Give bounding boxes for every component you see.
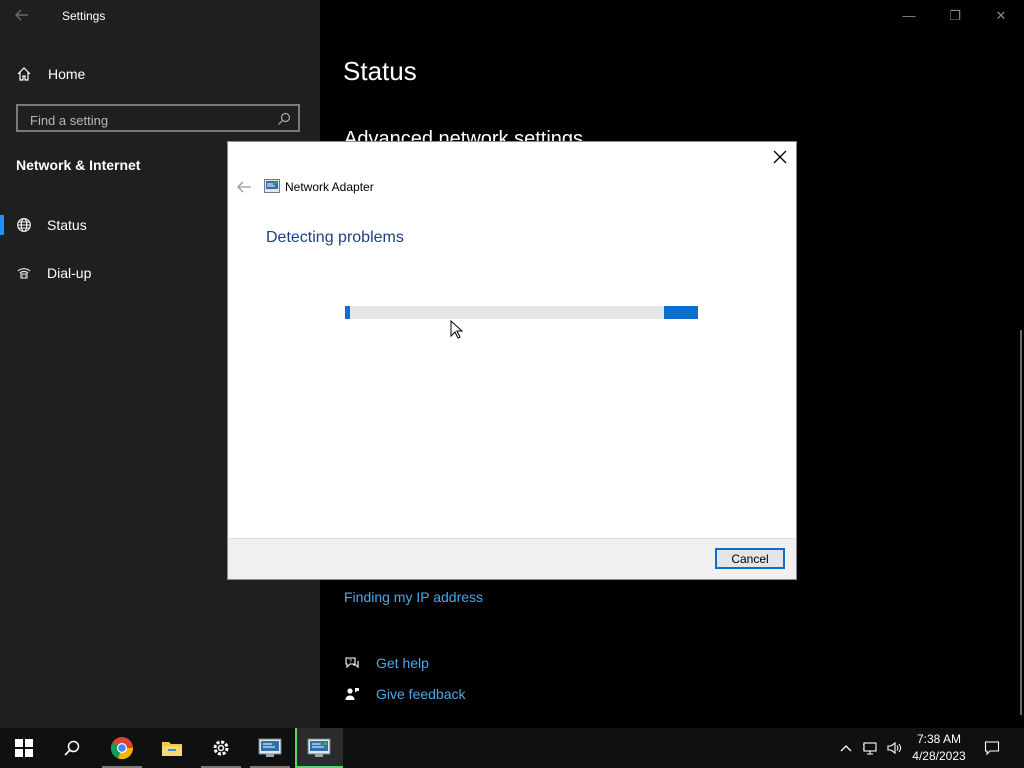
dialog-heading: Detecting problems	[266, 229, 404, 246]
chevron-up-icon[interactable]	[838, 740, 854, 756]
dialup-icon	[17, 268, 31, 279]
minimize-button[interactable]: —	[897, 6, 921, 26]
file-explorer-icon	[162, 742, 182, 756]
selected-indicator	[0, 215, 4, 235]
network-adapter-icon	[264, 179, 280, 193]
get-help-link[interactable]: ? Get help	[344, 655, 429, 671]
progress-segment	[664, 306, 698, 319]
give-feedback-label: Give feedback	[376, 686, 466, 702]
section-title: Network & Internet	[16, 157, 141, 173]
mouse-cursor-icon	[450, 320, 464, 339]
scrollbar[interactable]	[1020, 330, 1022, 715]
taskbar-network-diagnostics[interactable]	[246, 728, 294, 768]
settings-icon	[213, 740, 229, 756]
start-button[interactable]	[0, 728, 48, 768]
sidebar-item-label: Status	[47, 217, 87, 233]
feedback-person-icon	[345, 688, 359, 700]
globe-icon	[17, 218, 31, 232]
start-icon	[15, 739, 33, 757]
taskbar-settings[interactable]	[197, 728, 245, 768]
finding-ip-link[interactable]: Finding my IP address	[344, 589, 483, 605]
search-icon[interactable]	[276, 111, 292, 127]
taskbar-chrome[interactable]	[98, 728, 146, 768]
taskbar-troubleshooter[interactable]	[295, 728, 343, 768]
taskbar-file-explorer[interactable]	[148, 728, 196, 768]
sidebar-item-home[interactable]: Home	[16, 63, 85, 85]
help-chat-icon: ?	[345, 657, 359, 669]
active-indicator	[295, 728, 297, 768]
sidebar-item-label: Dial-up	[47, 265, 92, 281]
restore-button[interactable]: ❐	[943, 6, 967, 26]
search-input[interactable]	[28, 110, 272, 130]
dialog-app-title: Network Adapter	[285, 180, 374, 194]
dialog-footer: Cancel	[228, 538, 796, 579]
troubleshooter-dialog: Network Adapter Detecting problems Cance…	[227, 141, 797, 580]
search-icon	[64, 740, 80, 756]
close-icon[interactable]	[770, 147, 790, 167]
clock-time: 7:38 AM	[916, 732, 962, 746]
cancel-button[interactable]: Cancel	[715, 548, 785, 569]
volume-icon[interactable]	[886, 740, 902, 756]
home-label: Home	[48, 66, 86, 82]
notifications-icon[interactable]	[984, 740, 1000, 756]
taskbar-clock[interactable]: 7:38 AM 4/28/2023	[908, 731, 970, 765]
back-arrow-icon[interactable]	[236, 180, 252, 194]
page-title: Status	[343, 56, 417, 86]
taskbar-search-button[interactable]	[48, 728, 96, 768]
taskbar: 7:38 AM 4/28/2023	[0, 728, 1024, 768]
svg-text:?: ?	[349, 659, 352, 665]
progress-bar	[345, 306, 698, 319]
clock-date: 4/28/2023	[912, 749, 966, 763]
close-button[interactable]: ✕	[989, 6, 1013, 26]
back-arrow-icon[interactable]	[14, 7, 34, 25]
chrome-icon	[110, 737, 134, 760]
window-title: Settings	[62, 9, 106, 23]
troubleshooter-icon	[307, 738, 331, 757]
search-box[interactable]	[16, 104, 300, 132]
network-icon[interactable]	[862, 740, 878, 756]
network-diagnostics-icon	[258, 738, 282, 757]
give-feedback-link[interactable]: Give feedback	[344, 686, 466, 702]
progress-segment	[345, 306, 350, 319]
home-icon	[17, 67, 31, 81]
get-help-label: Get help	[376, 655, 429, 671]
